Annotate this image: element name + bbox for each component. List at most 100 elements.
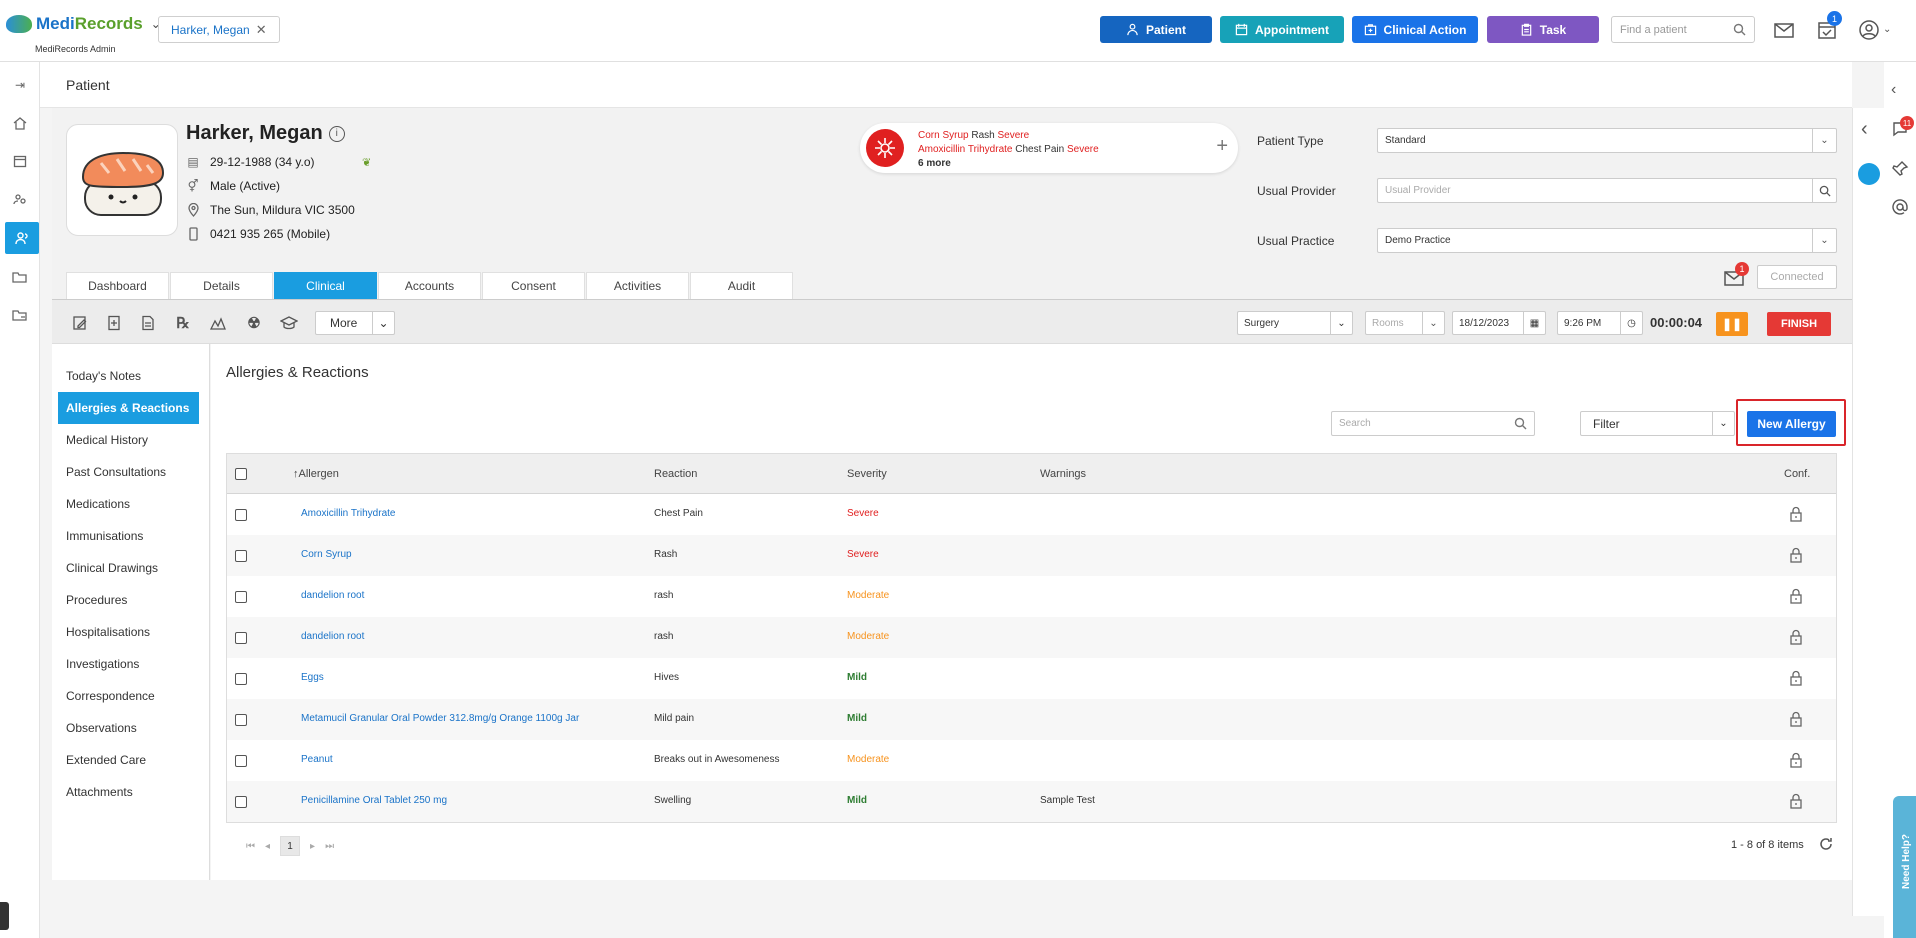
- table-row[interactable]: dandelion root rash Moderate: [227, 576, 1836, 617]
- prev-page-icon[interactable]: ◂: [265, 841, 270, 852]
- sidenav-extended-care[interactable]: Extended Care: [58, 744, 199, 776]
- sidenav-medical-history[interactable]: Medical History: [58, 424, 199, 456]
- allergen-link[interactable]: Eggs: [301, 672, 324, 683]
- allergen-link[interactable]: Metamucil Granular Oral Powder 312.8mg/g…: [301, 713, 579, 724]
- more-dropdown[interactable]: More ⌄: [315, 311, 395, 335]
- sidenav-correspondence[interactable]: Correspondence: [58, 680, 199, 712]
- row-checkbox[interactable]: [235, 509, 247, 521]
- usual-provider-input[interactable]: Usual Provider: [1377, 178, 1837, 203]
- allergy-more-link[interactable]: 6 more: [918, 157, 1099, 171]
- user-account-icon[interactable]: [1858, 19, 1880, 41]
- new-task-button[interactable]: Task: [1487, 16, 1599, 43]
- chevron-left-icon[interactable]: ‹: [1861, 118, 1868, 141]
- lock-icon[interactable]: [1789, 588, 1803, 604]
- allergen-link[interactable]: Peanut: [301, 754, 333, 765]
- folder-icon[interactable]: [9, 266, 31, 288]
- connected-button[interactable]: Connected: [1757, 265, 1837, 289]
- finish-button[interactable]: FINISH: [1767, 312, 1831, 336]
- table-row[interactable]: Peanut Breaks out in Awesomeness Moderate: [227, 740, 1836, 781]
- sidenav-hospitalisations[interactable]: Hospitalisations: [58, 616, 199, 648]
- new-appointment-button[interactable]: Appointment: [1220, 16, 1344, 43]
- usual-practice-select[interactable]: Demo Practice ⌄: [1377, 228, 1837, 253]
- info-icon[interactable]: i: [328, 125, 345, 142]
- column-warnings[interactable]: Warnings: [1040, 468, 1086, 480]
- lock-icon[interactable]: [1789, 506, 1803, 522]
- time-picker[interactable]: 9:26 PM ◷: [1557, 311, 1643, 335]
- sidenav-todays-notes[interactable]: Today's Notes: [58, 360, 199, 392]
- row-checkbox[interactable]: [235, 796, 247, 808]
- tab-audit[interactable]: Audit: [690, 272, 793, 299]
- column-reaction[interactable]: Reaction: [654, 468, 697, 480]
- next-page-icon[interactable]: ▸: [310, 841, 315, 852]
- tab-consent[interactable]: Consent: [482, 272, 585, 299]
- sidenav-attachments[interactable]: Attachments: [58, 776, 199, 808]
- table-row[interactable]: Metamucil Granular Oral Powder 312.8mg/g…: [227, 699, 1836, 740]
- sidenav-clinical-drawings[interactable]: Clinical Drawings: [58, 552, 199, 584]
- column-allergen[interactable]: ↑Allergen: [293, 468, 339, 480]
- allergen-link[interactable]: Amoxicillin Trihydrate: [301, 508, 395, 519]
- select-all-checkbox[interactable]: [235, 468, 247, 480]
- allergen-link[interactable]: Penicillamine Oral Tablet 250 mg: [301, 795, 447, 806]
- new-allergy-button[interactable]: New Allergy: [1747, 411, 1836, 437]
- filter-select[interactable]: Filter ⌄: [1580, 411, 1735, 436]
- allergen-link[interactable]: dandelion root: [301, 590, 364, 601]
- refresh-icon[interactable]: [1818, 836, 1834, 852]
- row-checkbox[interactable]: [235, 632, 247, 644]
- home-icon[interactable]: [9, 112, 31, 134]
- row-checkbox[interactable]: [235, 755, 247, 767]
- calendar-icon[interactable]: ▦: [1523, 312, 1545, 334]
- row-checkbox[interactable]: [235, 714, 247, 726]
- rooms-select[interactable]: Rooms ⌄: [1365, 311, 1445, 335]
- tab-dashboard[interactable]: Dashboard: [66, 272, 169, 299]
- allergen-link[interactable]: Corn Syrup: [301, 549, 352, 560]
- find-patient-input[interactable]: Find a patient: [1611, 16, 1755, 43]
- graduation-cap-icon[interactable]: [279, 313, 299, 333]
- allergy-summary-card[interactable]: Corn Syrup Rash Severe Amoxicillin Trihy…: [860, 123, 1238, 173]
- expand-menu-icon[interactable]: ⇥: [9, 74, 31, 96]
- sidenav-medications[interactable]: Medications: [58, 488, 199, 520]
- lock-icon[interactable]: [1789, 629, 1803, 645]
- allergen-link[interactable]: dandelion root: [301, 631, 364, 642]
- need-help-tab[interactable]: Need Help?: [1893, 796, 1916, 938]
- lock-icon[interactable]: [1789, 752, 1803, 768]
- lock-icon[interactable]: [1789, 670, 1803, 686]
- close-icon[interactable]: ✕: [256, 22, 267, 38]
- at-mention-icon[interactable]: [1891, 198, 1909, 216]
- scale-icon[interactable]: [208, 313, 228, 333]
- radiation-icon[interactable]: ☢: [244, 313, 264, 333]
- edit-note-icon[interactable]: [70, 313, 90, 333]
- pause-button[interactable]: ❚❚: [1716, 312, 1748, 336]
- patient-type-select[interactable]: Standard ⌄: [1377, 128, 1837, 153]
- table-row[interactable]: Penicillamine Oral Tablet 250 mg Swelling…: [227, 781, 1836, 822]
- folder-share-icon[interactable]: [9, 304, 31, 326]
- sidenav-investigations[interactable]: Investigations: [58, 648, 199, 680]
- search-input[interactable]: Search: [1331, 411, 1535, 436]
- mail-icon[interactable]: [1773, 19, 1795, 41]
- sidenav-procedures[interactable]: Procedures: [58, 584, 199, 616]
- surgery-select[interactable]: Surgery ⌄: [1237, 311, 1353, 335]
- table-row[interactable]: dandelion root rash Moderate: [227, 617, 1836, 658]
- clinical-action-button[interactable]: Clinical Action: [1352, 16, 1478, 43]
- app-logo[interactable]: MediRecords ⌄: [6, 14, 161, 34]
- row-checkbox[interactable]: [235, 673, 247, 685]
- column-conf[interactable]: Conf.: [1784, 468, 1810, 480]
- calendar-icon[interactable]: [9, 150, 31, 172]
- chevron-down-icon[interactable]: ⌄: [1883, 24, 1891, 35]
- date-picker[interactable]: 18/12/2023 ▦: [1452, 311, 1546, 335]
- pin-icon[interactable]: [1891, 160, 1909, 178]
- document-icon[interactable]: [138, 313, 158, 333]
- sidenav-observations[interactable]: Observations: [58, 712, 199, 744]
- sidenav-past-consultations[interactable]: Past Consultations: [58, 456, 199, 488]
- lock-icon[interactable]: [1789, 793, 1803, 809]
- sidenav-allergies[interactable]: Allergies & Reactions: [58, 392, 199, 424]
- new-patient-button[interactable]: Patient: [1100, 16, 1212, 43]
- tag-icon[interactable]: [1858, 163, 1880, 185]
- prescription-icon[interactable]: ℞: [173, 313, 193, 333]
- patient-avatar[interactable]: [66, 124, 178, 236]
- row-checkbox[interactable]: [235, 591, 247, 603]
- last-page-icon[interactable]: ⏭: [325, 841, 334, 852]
- sidenav-immunisations[interactable]: Immunisations: [58, 520, 199, 552]
- table-row[interactable]: Corn Syrup Rash Severe: [227, 535, 1836, 576]
- add-allergy-icon[interactable]: +: [1216, 135, 1228, 158]
- group-icon[interactable]: [9, 188, 31, 210]
